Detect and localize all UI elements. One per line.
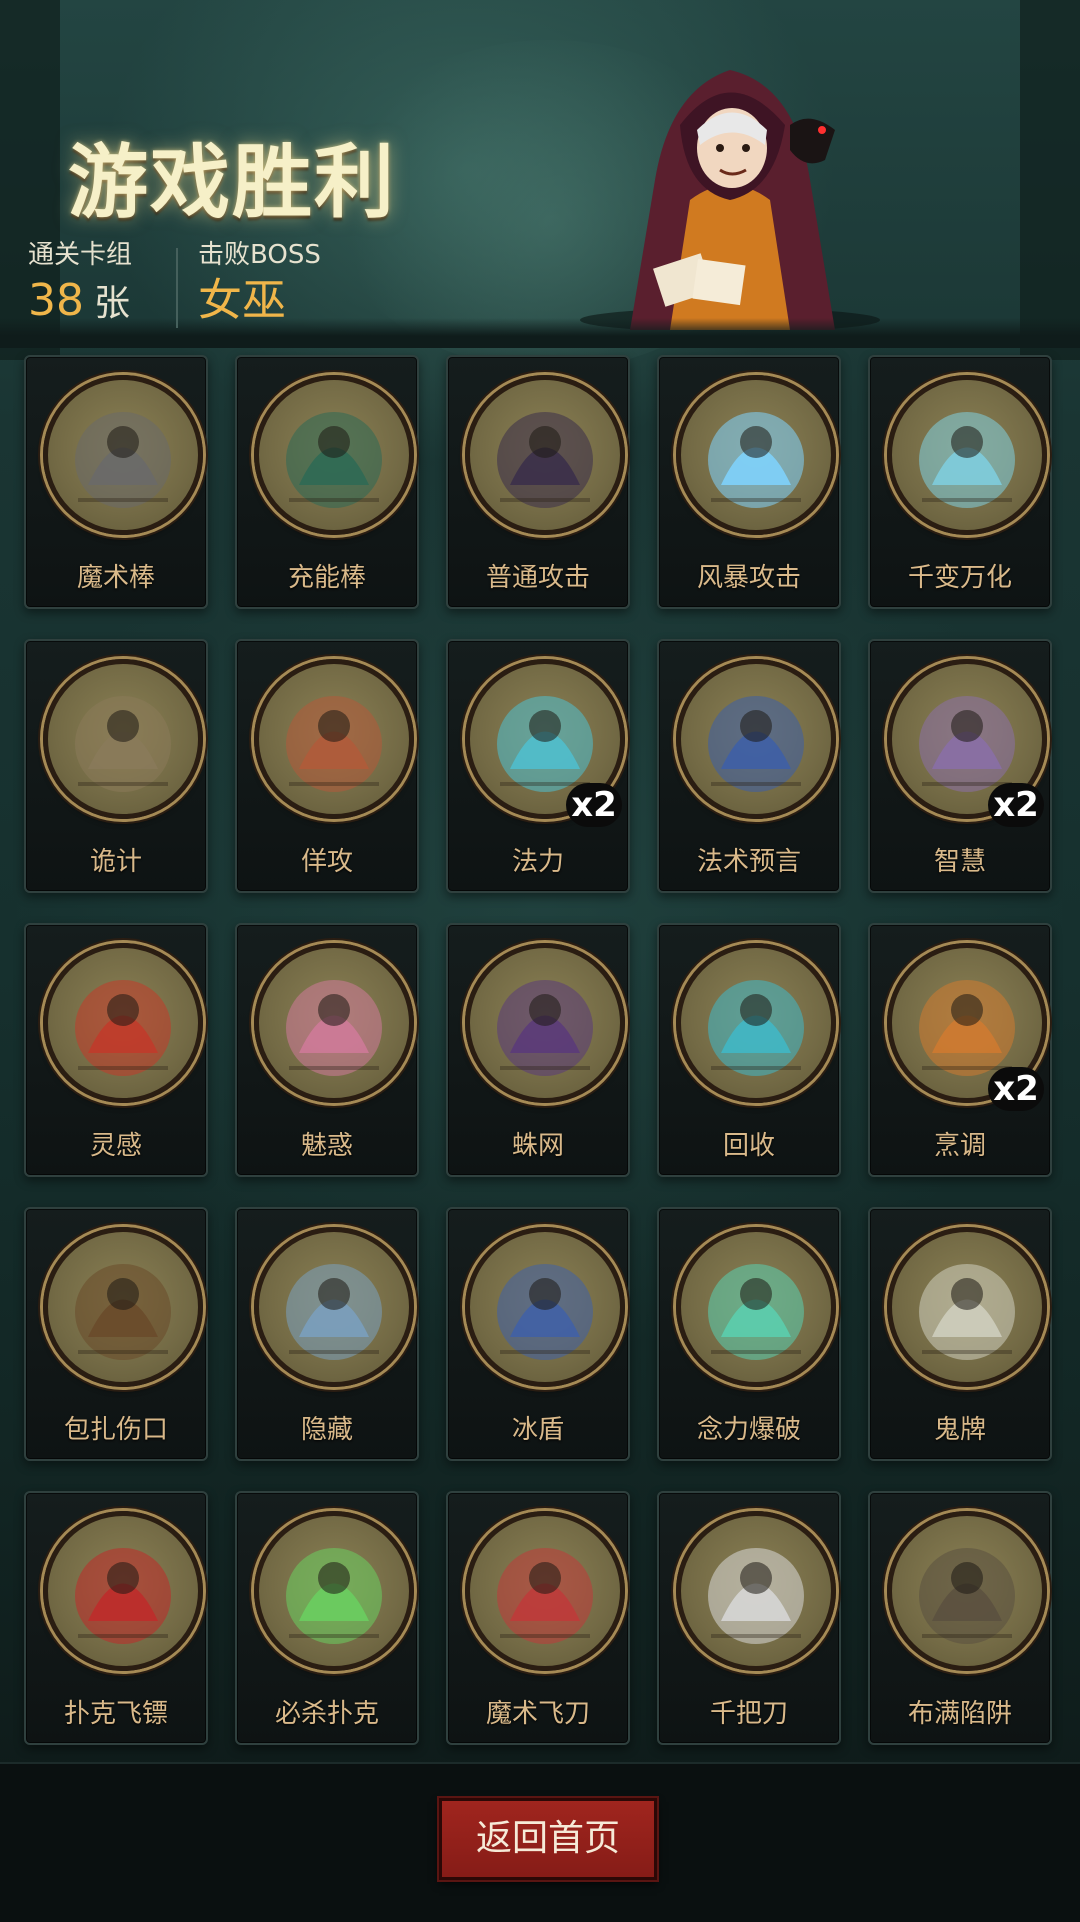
card-players-icon [43,659,203,819]
charmed-creature-icon [254,943,414,1103]
skill-card-name: 魔术飞刀 [485,1699,590,1729]
skill-card-name: 充能棒 [287,563,366,593]
skill-card-name: 法术预言 [696,847,801,877]
mace-icon [43,375,203,535]
skill-card-name: 回收 [722,1131,775,1161]
skill-card[interactable]: 魔术飞刀 [446,1491,630,1745]
skill-card-name: 烹调 [933,1131,986,1161]
skill-card[interactable]: 法术预言 [657,639,841,893]
stat-divider [176,248,178,328]
header-ground [0,318,1080,348]
skill-card-name: 蛛网 [511,1131,564,1161]
skill-card[interactable]: 念力爆破 [657,1207,841,1461]
clown-knives-icon [465,1511,625,1671]
hidden-door-icon [254,1227,414,1387]
skill-card-name: 诡计 [89,847,142,877]
skill-card-name: 冰盾 [511,1415,564,1445]
skill-card-name: 包扎伤口 [63,1415,168,1445]
skill-card[interactable]: 法力 x2 [446,639,630,893]
skill-card-name: 普通攻击 [485,563,590,593]
voodoo-dolls-icon [887,375,1047,535]
skill-card[interactable]: 冰盾 [446,1207,630,1461]
skill-card-name: 魔术棒 [76,563,155,593]
skill-card-name: 魅惑 [300,1131,353,1161]
card-count-badge: x2 [988,1067,1044,1111]
skill-card-name: 佯攻 [300,847,353,877]
cleared-deck-unit: 张 [94,283,131,324]
skill-card-name: 灵感 [89,1131,142,1161]
spike-trap-icon [887,1511,1047,1671]
card-grid: 魔术棒 充能棒 普通攻击 风暴攻击 千变万化 诡计 佯攻 法力 x2 法术预言 智慧 x2 灵感 魅惑 蛛网… [24,355,1056,1745]
skill-card[interactable]: 回收 [657,923,841,1177]
skill-card[interactable]: 烹调 x2 [868,923,1052,1177]
skill-card[interactable]: 隐藏 [235,1207,419,1461]
skill-card-name: 念力爆破 [696,1415,801,1445]
crystal-ball-icon [676,659,836,819]
skill-card[interactable]: 鬼牌 [868,1207,1052,1461]
skill-card[interactable]: 风暴攻击 [657,355,841,609]
skill-card[interactable]: 扑克飞镖 [24,1491,208,1745]
skill-card-name: 鬼牌 [933,1415,986,1445]
skill-card[interactable]: 包扎伤口 [24,1207,208,1461]
skill-card-name: 风暴攻击 [696,563,801,593]
victory-title: 游戏胜利 [68,135,396,229]
hooded-swordsman-icon [254,659,414,819]
lightning-storm-icon [676,375,836,535]
skill-card[interactable]: 千变万化 [868,355,1052,609]
return-home-button[interactable]: 返回首页 [439,1798,657,1880]
skill-card[interactable]: 普通攻击 [446,355,630,609]
skill-card[interactable]: 布满陷阱 [868,1491,1052,1745]
cleared-deck-count: 38 [28,275,84,326]
feather-slash-icon [465,375,625,535]
defeated-boss-label: 击败BOSS [198,240,321,270]
skill-card[interactable]: 佯攻 [235,639,419,893]
card-count-badge: x2 [566,783,622,827]
skill-card-name: 法力 [511,847,564,877]
skill-card-name: 智慧 [933,847,986,877]
whirlwind-icon [676,943,836,1103]
skill-card-name: 千变万化 [907,563,1012,593]
skill-card[interactable]: 智慧 x2 [868,639,1052,893]
skill-card[interactable]: 千把刀 [657,1491,841,1745]
card-count-badge: x2 [988,783,1044,827]
skill-card-name: 隐藏 [300,1415,353,1445]
flaming-skull-icon [43,943,203,1103]
plague-doctor-icon [43,1227,203,1387]
background-tree [1020,0,1080,360]
thousand-knives-icon [676,1511,836,1671]
skill-card[interactable]: 灵感 [24,923,208,1177]
wand-icon [254,375,414,535]
skill-card[interactable]: 魔术棒 [24,355,208,609]
witch-boss-illustration [580,70,880,330]
skill-card[interactable]: 充能棒 [235,355,419,609]
skill-card-name: 必杀扑克 [274,1699,379,1729]
skill-card[interactable]: 蛛网 [446,923,630,1177]
psychic-blast-icon [676,1227,836,1387]
skill-card[interactable]: 魅惑 [235,923,419,1177]
skill-card-name: 扑克飞镖 [63,1699,168,1729]
card-dart-icon [43,1511,203,1671]
card-magician-icon [254,1511,414,1671]
skill-card-name: 布满陷阱 [907,1699,1012,1729]
skill-card-name: 千把刀 [709,1699,788,1729]
skull-card-icon [887,1227,1047,1387]
defeated-boss-stat: 击败BOSS 女巫 [198,240,321,326]
skill-card[interactable]: 必杀扑克 [235,1491,419,1745]
skill-card[interactable]: 诡计 [24,639,208,893]
defeated-boss-name: 女巫 [198,275,286,326]
ice-wizard-icon [465,1227,625,1387]
spider-web-icon [465,943,625,1103]
cleared-deck-label: 通关卡组 [28,240,133,270]
cleared-deck-stat: 通关卡组 38 张 [28,240,132,329]
